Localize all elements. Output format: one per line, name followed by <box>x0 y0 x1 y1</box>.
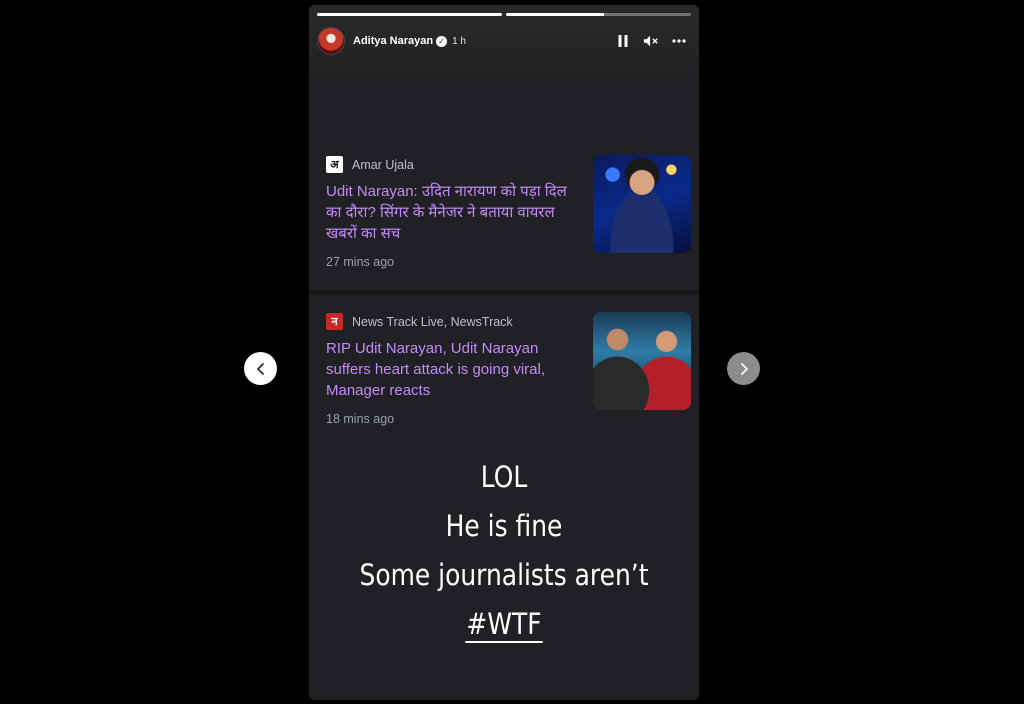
news-card[interactable]: अ Amar Ujala Udit Narayan: उदित नारायण क… <box>309 145 699 290</box>
news-time: 18 mins ago <box>326 412 395 426</box>
story-progress <box>317 13 691 16</box>
hashtag[interactable]: #WTF <box>465 607 543 643</box>
more-options-icon[interactable] <box>671 33 687 49</box>
story-viewer: Aditya Narayan ✓ 1 h अ Amar Ujala Udit N… <box>309 5 699 700</box>
source-logo-icon: न <box>326 313 343 330</box>
story-caption: LOL He is fine Some journalists aren’t #… <box>309 453 699 649</box>
pause-icon[interactable] <box>615 33 631 49</box>
avatar[interactable] <box>317 27 345 55</box>
news-headline[interactable]: Udit Narayan: उदित नारायण को पड़ा दिल का… <box>326 181 576 244</box>
username[interactable]: Aditya Narayan <box>353 35 433 47</box>
caption-line: He is fine <box>445 509 563 543</box>
next-story-button[interactable] <box>727 352 760 385</box>
previous-story-button[interactable] <box>244 352 277 385</box>
progress-segment <box>506 13 691 16</box>
source-logo-icon: अ <box>326 156 343 173</box>
source-name: Amar Ujala <box>352 157 414 172</box>
verified-badge-icon: ✓ <box>436 35 448 47</box>
post-time: 1 h <box>452 35 466 47</box>
story-header: Aditya Narayan ✓ 1 h <box>317 25 691 57</box>
chevron-right-icon <box>740 362 748 375</box>
news-source: अ Amar Ujala <box>326 156 414 173</box>
muted-speaker-icon[interactable] <box>643 33 659 49</box>
news-thumbnail[interactable] <box>593 155 691 253</box>
source-name: News Track Live, NewsTrack <box>352 314 513 329</box>
progress-fill <box>506 13 605 16</box>
news-thumbnail[interactable] <box>593 312 691 410</box>
caption-line: Some journalists aren’t <box>359 558 649 592</box>
chevron-left-icon <box>256 362 264 375</box>
news-time: 27 mins ago <box>326 255 395 269</box>
progress-fill <box>317 13 502 16</box>
news-headline[interactable]: RIP Udit Narayan, Udit Narayan suffers h… <box>326 338 576 401</box>
caption-line: LOL <box>480 460 528 494</box>
news-card[interactable]: न News Track Live, NewsTrack RIP Udit Na… <box>309 295 699 445</box>
progress-segment <box>317 13 502 16</box>
caption-line: #WTF <box>336 600 671 649</box>
story-controls <box>615 33 691 49</box>
news-source: न News Track Live, NewsTrack <box>326 313 513 330</box>
